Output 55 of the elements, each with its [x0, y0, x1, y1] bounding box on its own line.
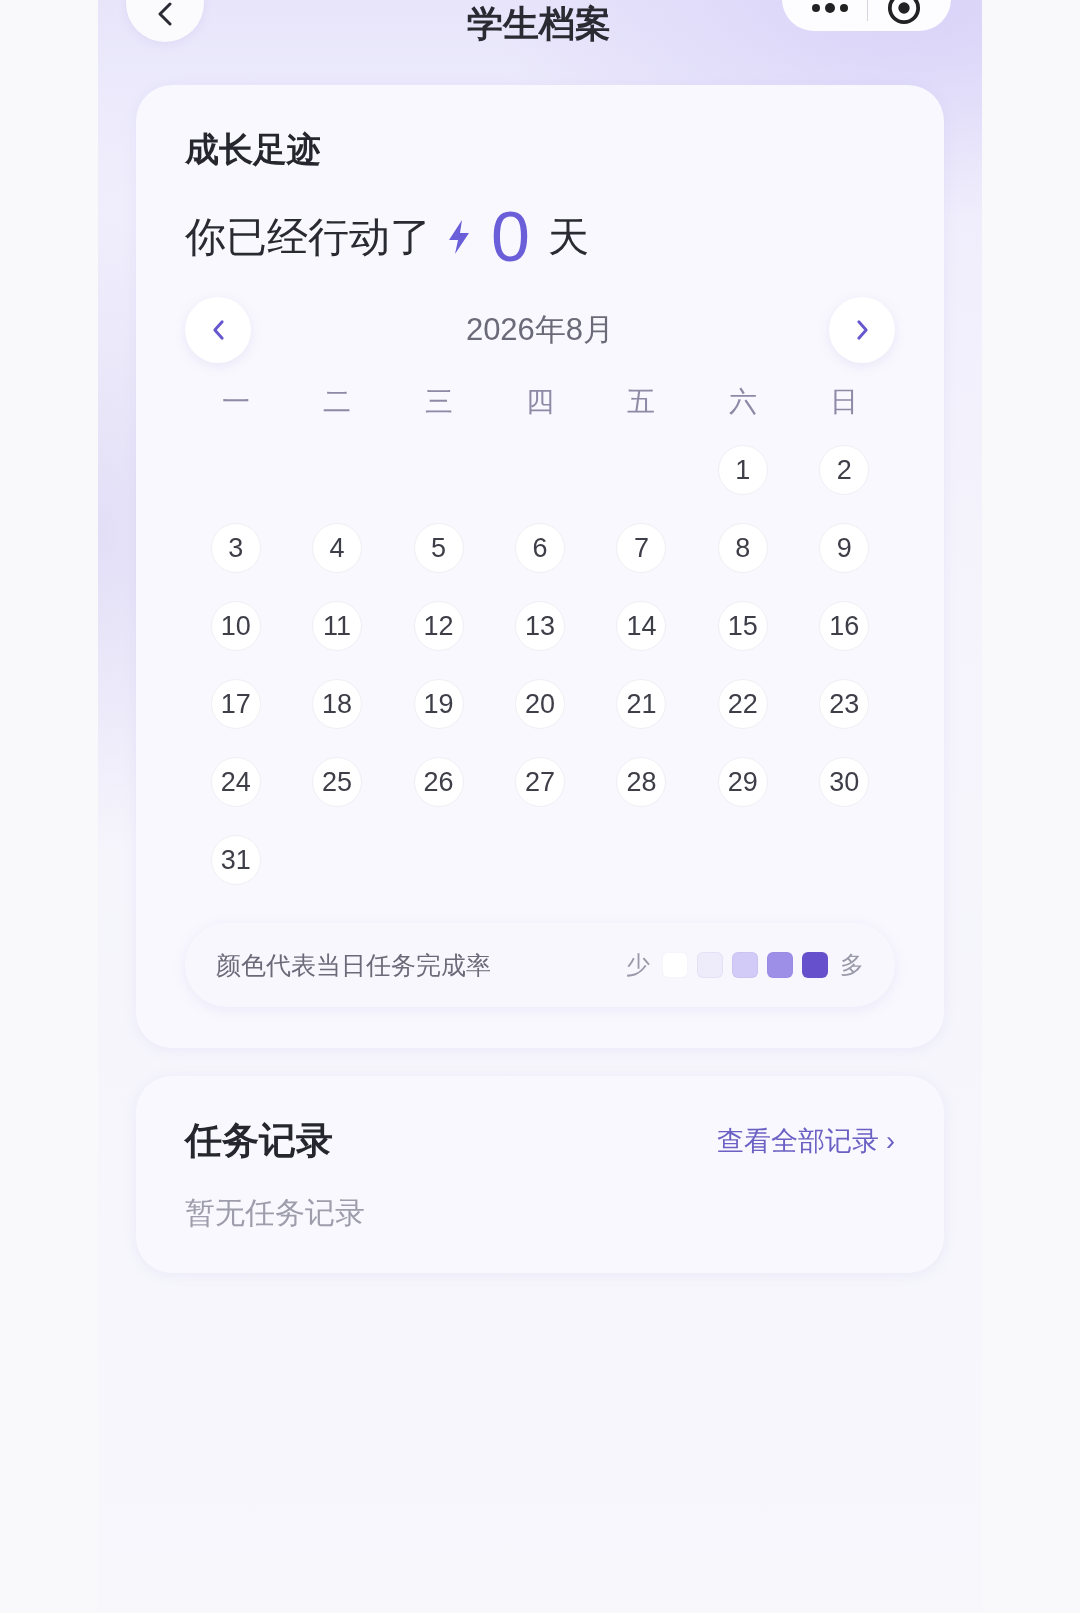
calendar-day[interactable]: 30: [819, 757, 870, 807]
calendar-day[interactable]: 19: [413, 679, 464, 729]
calendar-day[interactable]: 6: [515, 523, 565, 573]
month-label: 2026年8月: [465, 311, 615, 349]
lightning-icon: [449, 220, 469, 254]
calendar-day[interactable]: 31: [210, 835, 261, 885]
calendar-day[interactable]: 26: [413, 757, 464, 807]
calendar-day[interactable]: 4: [312, 523, 363, 573]
calendar-day[interactable]: 13: [515, 601, 565, 651]
legend-caption: 颜色代表当日任务完成率: [216, 950, 491, 981]
calendar-day[interactable]: 25: [312, 757, 363, 807]
card-title: 任务记录: [185, 1119, 333, 1163]
weekday-label: 三: [424, 385, 453, 419]
weekday-label: 二: [323, 385, 352, 419]
page-title: 学生档案: [466, 2, 611, 46]
calendar-day[interactable]: 15: [717, 601, 768, 651]
more-icon[interactable]: [811, 3, 848, 13]
calendar-day[interactable]: 20: [515, 679, 565, 729]
chevron-left-icon: [211, 319, 225, 341]
calendar-day[interactable]: 16: [819, 601, 870, 651]
calendar-day[interactable]: 17: [210, 679, 261, 729]
calendar-day[interactable]: 18: [312, 679, 363, 729]
calendar-day[interactable]: 21: [616, 679, 667, 729]
calendar-day[interactable]: 8: [717, 523, 768, 573]
chevron-right-icon: [855, 319, 869, 341]
calendar-day[interactable]: 1: [717, 445, 768, 495]
calendar-day[interactable]: 12: [413, 601, 464, 651]
weekday-label: 一: [221, 385, 250, 419]
streak-unit: 天: [547, 213, 589, 262]
calendar-day[interactable]: 10: [210, 601, 261, 651]
legend-high-label: 多: [840, 950, 864, 980]
calendar-day[interactable]: 22: [717, 679, 768, 729]
calendar-day[interactable]: 28: [616, 757, 667, 807]
empty-state-text: 暂无任务记录: [185, 1195, 366, 1231]
weekday-label: 五: [627, 385, 656, 419]
calendar-day[interactable]: 3: [210, 523, 261, 573]
calendar-day[interactable]: 23: [819, 679, 870, 729]
view-all-records-link[interactable]: 查看全部记录 ›: [716, 1124, 895, 1158]
streak-count: 0: [491, 200, 530, 274]
calendar-day[interactable]: 7: [616, 523, 667, 573]
calendar-day[interactable]: 11: [312, 601, 363, 651]
calendar-day[interactable]: 9: [819, 523, 870, 573]
calendar-day[interactable]: 14: [616, 601, 667, 651]
card-title: 成长足迹: [185, 129, 322, 170]
calendar-day[interactable]: 24: [210, 757, 261, 807]
weekday-label: 日: [830, 385, 859, 419]
calendar-day[interactable]: 2: [819, 445, 870, 495]
legend-low-label: 少: [626, 950, 650, 980]
weekday-label: 四: [526, 385, 554, 419]
chevron-left-icon: [158, 2, 172, 26]
calendar-day[interactable]: 29: [717, 757, 768, 807]
weekday-label: 六: [728, 385, 757, 419]
streak-label: 你已经行动了: [185, 213, 431, 262]
calendar-day[interactable]: 27: [515, 757, 565, 807]
calendar-day[interactable]: 5: [413, 523, 464, 573]
